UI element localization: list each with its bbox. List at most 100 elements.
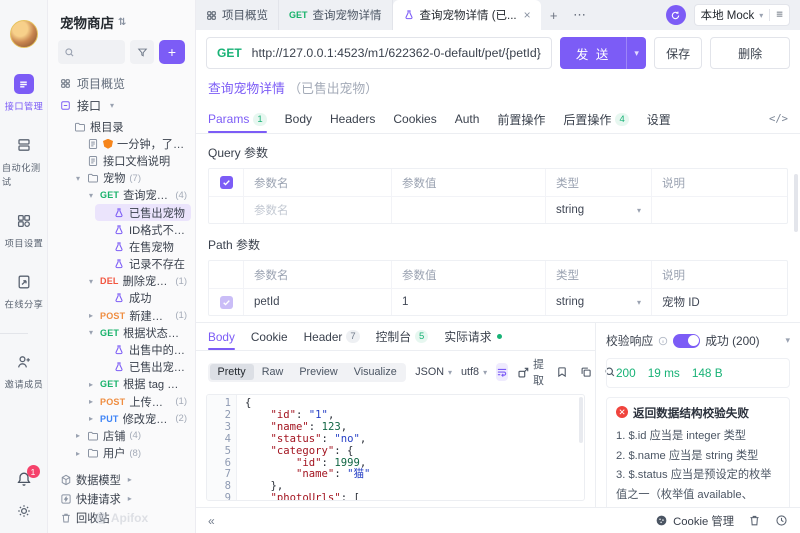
tree-item[interactable]: 在售宠物 [48, 238, 195, 255]
response-tab-控制台[interactable]: 控制台 5 [376, 323, 429, 350]
history-button[interactable] [775, 514, 788, 527]
copy-button[interactable] [580, 366, 592, 378]
tree-item[interactable]: 根目录 [48, 118, 195, 135]
tree-item[interactable]: ▸ POST上传宠物图片 (1) [48, 393, 195, 410]
recycle-button[interactable] [748, 514, 761, 527]
sidebar-item-api[interactable]: 接口 ▾ [48, 94, 195, 116]
extract-button[interactable]: 提取 [517, 356, 544, 388]
param-type-select[interactable]: string ▾ [545, 289, 651, 315]
close-icon[interactable]: × [524, 8, 531, 22]
response-tab-实际请求[interactable]: 实际请求 [444, 323, 502, 350]
sidebar-item-bolt[interactable]: 快捷请求 ▸ [48, 489, 195, 508]
doc-tab[interactable]: 项目概览 [196, 0, 279, 30]
new-tab-button[interactable]: + [541, 8, 567, 23]
trash-icon [748, 514, 761, 527]
response-viewer: Body Cookie Header 7 控制台 5 实际请求 Pretty Raw Previ… [196, 323, 615, 507]
collapse-sidebar-button[interactable]: « [208, 514, 215, 528]
rail-item-share[interactable]: 在线分享 [0, 272, 47, 311]
tree-item[interactable]: 接口文档说明 [48, 152, 195, 169]
send-options-button[interactable]: ▾ [626, 37, 646, 69]
param-value-cell[interactable] [391, 197, 545, 223]
avatar[interactable] [9, 20, 38, 48]
chevron-down-icon[interactable]: ▾ [785, 335, 790, 346]
project-switcher[interactable]: 宠物商店 ⇅ [48, 0, 195, 40]
word-wrap-button[interactable] [496, 363, 509, 381]
scrollbar[interactable] [794, 174, 798, 232]
tree-item[interactable]: ID格式不正确 [48, 221, 195, 238]
sidebar-item-trash[interactable]: 回收站 [48, 508, 195, 527]
environment-select[interactable]: 本地 Mock ▾ ≡ [693, 4, 790, 26]
rail-item-invite[interactable]: 邀请成员 [0, 352, 47, 391]
scrollbar[interactable] [579, 397, 583, 443]
filter-button[interactable] [130, 40, 154, 64]
request-tab-后置操作[interactable]: 后置操作 4 [563, 105, 629, 133]
save-response-button[interactable] [556, 366, 568, 378]
tree-item[interactable]: 一分钟，了解 Apifox! [48, 135, 195, 152]
doc-tab-label: 查询宠物详情 (已... [419, 10, 517, 22]
doc-tab[interactable]: GET 查询宠物详情 [279, 0, 393, 30]
rail-item-project-settings[interactable]: 项目设置 [0, 211, 47, 250]
request-tab-cookies[interactable]: Cookies [393, 105, 436, 133]
response-tab-header[interactable]: Header 7 [304, 323, 360, 350]
delete-button[interactable]: 删除 [710, 37, 790, 69]
tree-item[interactable]: ▸ 用户 (8) [48, 445, 195, 462]
doc-tab[interactable]: 查询宠物详情 (已... × [392, 0, 541, 30]
tree-item[interactable]: 已售出宠物 [48, 203, 195, 222]
tab-more-button[interactable]: ⋯ [567, 7, 593, 23]
response-tab-body[interactable]: Body [208, 323, 235, 350]
response-body-code[interactable]: 1234567891011121314 { "id": "1", "name":… [206, 394, 585, 501]
checkbox-checked[interactable] [219, 295, 233, 309]
tab-label: 前置操作 [497, 112, 546, 127]
format-select[interactable]: JSON ▾ [415, 366, 452, 378]
param-value-cell[interactable]: 1 [391, 289, 545, 315]
tree-item[interactable]: ▾ GET查询宠物详情 (4) [48, 187, 195, 204]
tree-item[interactable]: ▾ DEL删除宠物信息(1) [48, 273, 195, 290]
encoding-select[interactable]: utf8 ▾ [461, 366, 487, 378]
add-button[interactable]: + [159, 40, 185, 64]
param-name-cell[interactable]: 参数名 [243, 197, 391, 223]
tree-item[interactable]: ▸ PUT修改宠物信息(2) [48, 410, 195, 427]
request-tab-设置[interactable]: 设置 [647, 105, 671, 133]
search-input[interactable] [58, 40, 125, 64]
sidebar-item-overview[interactable]: 项目概览 [48, 72, 195, 94]
tree-item[interactable]: ▸ POST新建宠物信息 (1) [48, 307, 195, 324]
checkbox-checked[interactable] [219, 176, 233, 189]
sidebar-item-cube[interactable]: 数据模型 ▸ [48, 470, 195, 489]
send-button[interactable]: 发 送 ▾ [559, 37, 646, 69]
case-icon [113, 292, 125, 304]
menu-button[interactable]: ≡ [769, 9, 789, 21]
api-manage-icon [13, 74, 34, 94]
generate-code-icon[interactable]: </> [769, 113, 788, 125]
tree-item[interactable]: 已售出宠物列表 [48, 359, 195, 376]
url-input[interactable]: GET http://127.0.0.1:4523/m1/622362-0-de… [206, 37, 552, 69]
param-name-cell[interactable]: petId [243, 289, 391, 315]
settings-button[interactable] [16, 503, 32, 519]
mode-pretty[interactable]: Pretty [209, 364, 254, 380]
param-desc-cell[interactable] [651, 197, 787, 223]
tree-item[interactable]: 记录不存在 [48, 256, 195, 273]
tree-item[interactable]: 出售中的宠物列表 [48, 341, 195, 358]
tree-item[interactable]: ▸ 店铺 (4) [48, 427, 195, 444]
rail-item-api-manage[interactable]: 接口管理 [0, 74, 47, 113]
response-tab-cookie[interactable]: Cookie [251, 323, 288, 350]
tree-item[interactable]: ▾ GET根据状态查找宠物列... [48, 324, 195, 341]
request-tab-body[interactable]: Body [285, 105, 312, 133]
param-type-select[interactable]: string ▾ [545, 197, 651, 223]
tree-item[interactable]: 成功 [48, 290, 195, 307]
cookie-manager-button[interactable]: Cookie 管理 [655, 513, 734, 529]
mode-raw[interactable]: Raw [254, 364, 292, 380]
mode-preview[interactable]: Preview [291, 364, 345, 380]
request-tab-params[interactable]: Params 1 [208, 105, 267, 133]
tree-item[interactable]: ▾ 宠物 (7) [48, 170, 195, 187]
sync-button[interactable] [665, 5, 686, 25]
request-tab-headers[interactable]: Headers [330, 105, 375, 133]
tree-item[interactable]: ▸ GET根据 tag 查找宠物列... [48, 376, 195, 393]
param-desc-cell[interactable]: 宠物 ID [651, 289, 787, 315]
mode-visualize[interactable]: Visualize [346, 364, 405, 380]
save-button[interactable]: 保存 [653, 37, 703, 69]
request-tab-前置操作[interactable]: 前置操作 [497, 105, 545, 133]
validate-toggle[interactable] [673, 333, 701, 348]
rail-item-automation[interactable]: 自动化测试 [0, 135, 47, 189]
request-tab-auth[interactable]: Auth [455, 105, 480, 133]
notifications-button[interactable]: 1 [16, 465, 40, 487]
